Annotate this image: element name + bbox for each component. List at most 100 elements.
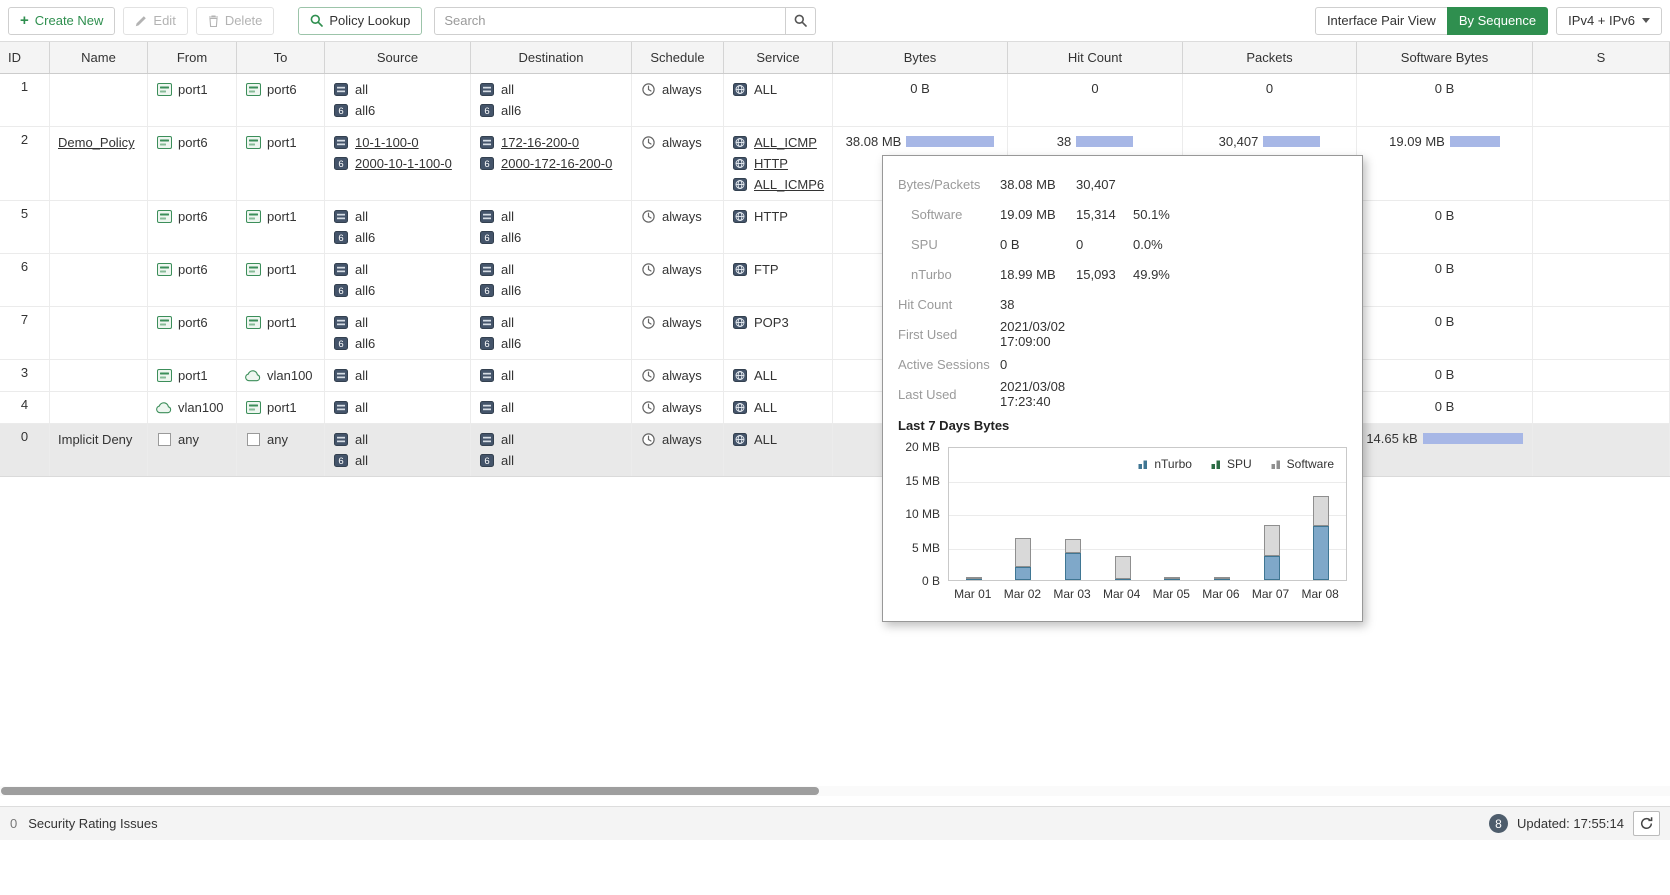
schedule-object[interactable]: always: [640, 429, 715, 450]
source-object[interactable]: all: [333, 429, 462, 450]
service-object[interactable]: ALL: [732, 429, 824, 450]
schedule-object[interactable]: always: [640, 397, 715, 418]
destination-object[interactable]: all: [479, 397, 623, 418]
to-interface[interactable]: port1: [245, 312, 316, 333]
schedule-object[interactable]: always: [640, 259, 715, 280]
column-header-id[interactable]: ID: [0, 42, 50, 73]
from-interface[interactable]: port1: [156, 79, 228, 100]
column-header-software-bytes[interactable]: Software Bytes: [1357, 42, 1533, 73]
destination-object[interactable]: all: [479, 312, 623, 333]
source-object[interactable]: 6all: [333, 450, 462, 471]
from-interface[interactable]: any: [156, 429, 228, 450]
source-object-label: 2000-10-1-100-0: [355, 153, 452, 174]
source-object[interactable]: all: [333, 206, 462, 227]
column-header-destination[interactable]: Destination: [471, 42, 632, 73]
search-button[interactable]: [786, 7, 816, 35]
notification-badge[interactable]: 8: [1489, 814, 1508, 833]
service-object[interactable]: ALL: [732, 397, 824, 418]
from-interface[interactable]: vlan100: [156, 397, 228, 418]
source-object[interactable]: all: [333, 259, 462, 280]
policy-name[interactable]: Demo_Policy: [58, 135, 135, 150]
destination-object[interactable]: 6all6: [479, 280, 623, 301]
destination-object[interactable]: 6all6: [479, 333, 623, 354]
horizontal-scrollbar[interactable]: [0, 786, 1670, 796]
source-object[interactable]: 62000-10-1-100-0: [333, 153, 462, 174]
source-object[interactable]: all: [333, 312, 462, 333]
column-header-to[interactable]: To: [237, 42, 325, 73]
source-object[interactable]: 6all6: [333, 227, 462, 248]
ip-version-dropdown[interactable]: IPv4 + IPv6: [1556, 7, 1662, 35]
source-object[interactable]: all: [333, 365, 462, 386]
refresh-button[interactable]: [1633, 811, 1660, 836]
delete-button[interactable]: Delete: [196, 7, 275, 35]
from-interface[interactable]: port6: [156, 206, 228, 227]
column-header-bytes[interactable]: Bytes: [833, 42, 1008, 73]
policy-row-2[interactable]: 2Demo_Policyport6port110-1-100-062000-10…: [0, 127, 1670, 201]
scrollbar-thumb[interactable]: [1, 787, 819, 795]
policy-lookup-button[interactable]: Policy Lookup: [298, 7, 422, 35]
source-object[interactable]: all: [333, 397, 462, 418]
service-object[interactable]: FTP: [732, 259, 824, 280]
service-object[interactable]: HTTP: [732, 206, 824, 227]
policy-row-7[interactable]: 7port6port1all6all6all6all6alwaysPOP30 B: [0, 307, 1670, 360]
column-header-schedule[interactable]: Schedule: [632, 42, 724, 73]
service-object[interactable]: ALL_ICMP: [732, 132, 824, 153]
by-sequence-button[interactable]: By Sequence: [1447, 7, 1548, 35]
destination-object[interactable]: 62000-172-16-200-0: [479, 153, 623, 174]
column-header-from[interactable]: From: [148, 42, 237, 73]
schedule-object[interactable]: always: [640, 79, 715, 100]
schedule-object[interactable]: always: [640, 132, 715, 153]
source-object[interactable]: all: [333, 79, 462, 100]
column-header-s[interactable]: S: [1533, 42, 1670, 73]
source-object[interactable]: 10-1-100-0: [333, 132, 462, 153]
to-interface[interactable]: port1: [245, 397, 316, 418]
service-object[interactable]: HTTP: [732, 153, 824, 174]
to-interface[interactable]: vlan100: [245, 365, 316, 386]
policy-row-6[interactable]: 6port6port1all6all6all6all6alwaysFTP0 B: [0, 254, 1670, 307]
to-interface[interactable]: port6: [245, 79, 316, 100]
schedule-object[interactable]: always: [640, 206, 715, 227]
schedule-object[interactable]: always: [640, 312, 715, 333]
destination-object[interactable]: all: [479, 206, 623, 227]
destination-object[interactable]: all: [479, 365, 623, 386]
destination-object[interactable]: 6all: [479, 450, 623, 471]
edit-button[interactable]: Edit: [123, 7, 187, 35]
to-interface[interactable]: port1: [245, 206, 316, 227]
service-object[interactable]: ALL: [732, 365, 824, 386]
column-header-service[interactable]: Service: [724, 42, 833, 73]
service-object[interactable]: ALL_ICMP6: [732, 174, 824, 195]
from-interface[interactable]: port6: [156, 259, 228, 280]
column-header-hit-count[interactable]: Hit Count: [1008, 42, 1183, 73]
from-interface[interactable]: port6: [156, 132, 228, 153]
stat-label: nTurbo: [898, 267, 1000, 282]
search-input[interactable]: [434, 7, 786, 35]
source-object[interactable]: 6all6: [333, 333, 462, 354]
schedule-object[interactable]: always: [640, 365, 715, 386]
destination-object[interactable]: all: [479, 429, 623, 450]
policy-row-0[interactable]: 0Implicit Denyanyanyall6allall6allalways…: [0, 424, 1670, 477]
cell-software-bytes-value: 0 B: [1435, 315, 1455, 329]
policy-row-1[interactable]: 1port1port6all6all6all6all6alwaysALL0 B0…: [0, 74, 1670, 127]
destination-object[interactable]: all: [479, 259, 623, 280]
column-header-packets[interactable]: Packets: [1183, 42, 1357, 73]
destination-object[interactable]: 6all6: [479, 100, 623, 121]
source-object[interactable]: 6all6: [333, 280, 462, 301]
service-object[interactable]: POP3: [732, 312, 824, 333]
destination-object[interactable]: 6all6: [479, 227, 623, 248]
to-interface[interactable]: port1: [245, 259, 316, 280]
from-interface[interactable]: port1: [156, 365, 228, 386]
to-interface[interactable]: any: [245, 429, 316, 450]
column-header-source[interactable]: Source: [325, 42, 471, 73]
to-interface[interactable]: port1: [245, 132, 316, 153]
policy-row-5[interactable]: 5port6port1all6all6all6all6alwaysHTTP0 B: [0, 201, 1670, 254]
destination-object[interactable]: 172-16-200-0: [479, 132, 623, 153]
create-new-button[interactable]: + Create New: [8, 7, 115, 35]
service-object[interactable]: ALL: [732, 79, 824, 100]
destination-object[interactable]: all: [479, 79, 623, 100]
column-header-name[interactable]: Name: [50, 42, 148, 73]
policy-row-4[interactable]: 4vlan100port1allallalwaysALL0 B: [0, 392, 1670, 424]
policy-row-3[interactable]: 3port1vlan100allallalwaysALL0 B: [0, 360, 1670, 392]
interface-pair-view-button[interactable]: Interface Pair View: [1315, 7, 1448, 35]
from-interface[interactable]: port6: [156, 312, 228, 333]
source-object[interactable]: 6all6: [333, 100, 462, 121]
